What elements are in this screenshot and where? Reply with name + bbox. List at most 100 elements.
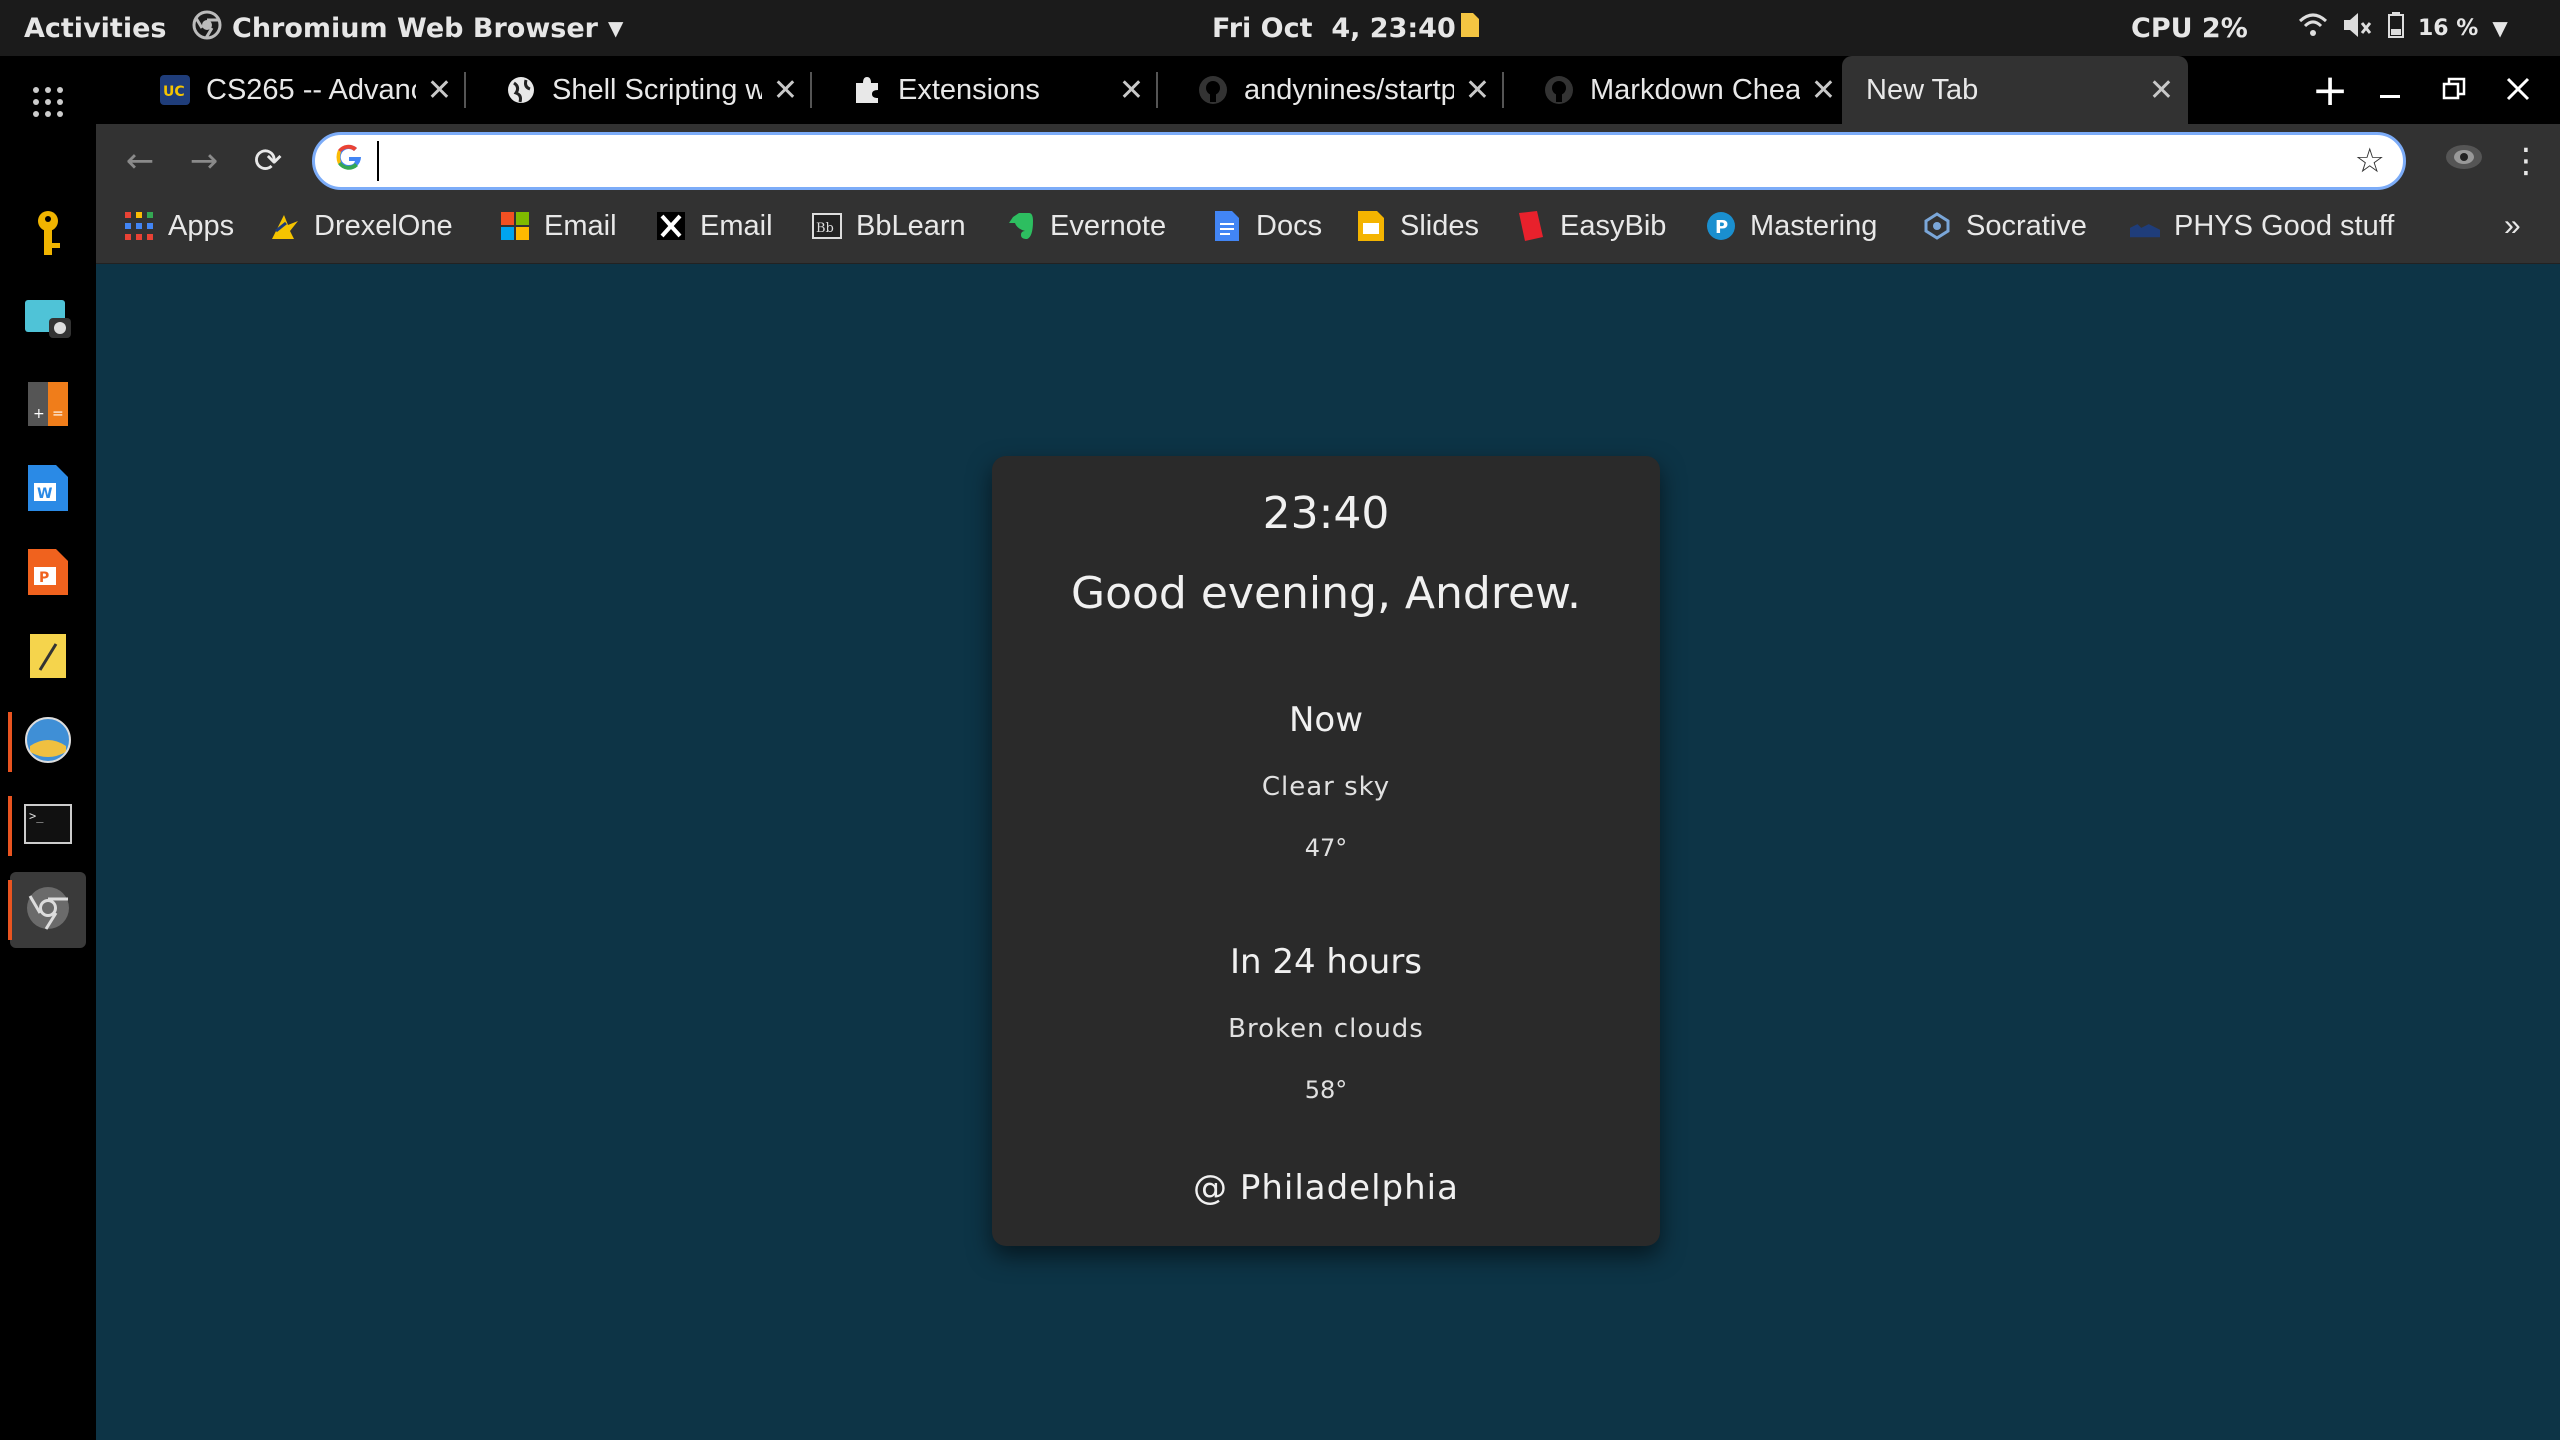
close-icon[interactable]: ✕	[427, 73, 452, 108]
forward-button[interactable]: →	[174, 124, 234, 198]
extension-icon	[2444, 141, 2484, 182]
dock-item-calculator[interactable]: + =	[10, 368, 86, 444]
puzzle-icon	[852, 75, 882, 105]
svg-text:=: =	[52, 406, 64, 422]
dragon-icon	[270, 211, 300, 241]
show-apps-button[interactable]	[10, 66, 86, 142]
bookmark-label: Socrative	[1966, 209, 2087, 242]
more-vert-icon: ⋮	[2509, 141, 2543, 181]
close-icon[interactable]: ✕	[2149, 73, 2174, 108]
bookmark-bblearn[interactable]: Bb BbLearn	[812, 198, 966, 254]
svg-text:+: +	[33, 406, 45, 422]
close-window-button[interactable]	[2488, 56, 2548, 124]
tab-title: andynines/startpage	[1244, 73, 1454, 106]
menu-button[interactable]: ⋮	[2496, 124, 2556, 198]
dock-item-terminal[interactable]: >_	[8, 788, 86, 864]
dock-item-writer[interactable]: W	[10, 452, 86, 528]
overflow-chevron-icon: »	[2504, 209, 2521, 242]
evernote-icon	[1006, 211, 1036, 241]
bookmark-evernote[interactable]: Evernote	[1006, 198, 1166, 254]
new-tab-button[interactable]: +	[2300, 56, 2360, 124]
svg-text:Bb: Bb	[816, 221, 834, 236]
bookmark-email-outlook[interactable]: Email	[500, 198, 617, 254]
bookmark-slides[interactable]: Slides	[1356, 198, 1479, 254]
tab-title: New Tab	[1866, 73, 1979, 106]
close-icon[interactable]: ✕	[1119, 73, 1144, 108]
battery-icon	[2388, 12, 2404, 44]
tab-shell-scripting[interactable]: Shell Scripting with ✕	[466, 56, 812, 124]
tab-title: Extensions	[898, 73, 1040, 106]
bookmark-label: PHYS Good stuff	[2174, 209, 2395, 242]
tab-andynines[interactable]: andynines/startpage ✕	[1158, 56, 1504, 124]
reload-icon: ⟳	[253, 141, 283, 181]
close-icon	[2506, 71, 2530, 109]
plus-icon: +	[2311, 64, 2349, 116]
bookmark-docs[interactable]: Docs	[1212, 198, 1322, 254]
bookmarks-overflow-button[interactable]: »	[2504, 198, 2521, 254]
dock-item-notes[interactable]	[10, 620, 86, 696]
bookmark-email-exchange[interactable]: Email	[656, 198, 773, 254]
svg-text:>_: >_	[29, 809, 44, 823]
microsoft-icon	[500, 211, 530, 241]
dock-item-globe-app[interactable]	[8, 704, 86, 780]
svg-text:P: P	[1715, 217, 1728, 238]
bookmark-mastering[interactable]: P Mastering	[1706, 198, 1877, 254]
forecast-now-condition: Clear sky	[1261, 772, 1391, 802]
bookmark-label: Slides	[1400, 209, 1479, 242]
github-icon	[1198, 75, 1228, 105]
forecast-later-temp: 58°	[1304, 1076, 1348, 1104]
exchange-icon	[656, 211, 686, 241]
clock-time: 23:40	[1262, 488, 1390, 539]
bookmark-label: Email	[700, 209, 773, 242]
forecast-later-heading: In 24 hours	[1229, 942, 1423, 982]
restore-button[interactable]	[2424, 56, 2484, 124]
chevron-down-icon: ▼	[2492, 16, 2508, 40]
tab-strip: UC CS265 -- Advanced ✕ Shell Scripting w…	[96, 56, 2560, 124]
gnome-top-bar: Activities Chromium Web Browser ▼ Fri Oc…	[0, 0, 2560, 56]
dock-item-chromium[interactable]	[8, 872, 86, 948]
tab-cs265[interactable]: UC CS265 -- Advanced ✕	[120, 56, 466, 124]
reload-button[interactable]: ⟳	[238, 124, 298, 198]
bookmark-phys[interactable]: PHYS Good stuff	[2130, 198, 2394, 254]
activities-button[interactable]: Activities	[24, 0, 166, 56]
easybib-icon	[1516, 211, 1546, 241]
bookmark-star-icon[interactable]: ☆	[2355, 141, 2385, 181]
bookmark-socrative[interactable]: Socrative	[1922, 198, 2087, 254]
close-icon[interactable]: ✕	[773, 73, 798, 108]
minimize-button[interactable]	[2360, 56, 2420, 124]
bookmark-apps[interactable]: Apps	[124, 198, 234, 254]
back-button[interactable]: ←	[110, 124, 170, 198]
arrow-left-icon: ←	[125, 141, 155, 181]
dock-item-impress[interactable]: P	[10, 536, 86, 612]
extension-button[interactable]	[2434, 124, 2494, 198]
app-menu[interactable]: Chromium Web Browser ▼	[192, 0, 623, 56]
bookmark-drexelone[interactable]: DrexelOne	[270, 198, 453, 254]
bookmark-easybib[interactable]: EasyBib	[1516, 198, 1666, 254]
tab-extensions[interactable]: Extensions ✕	[812, 56, 1158, 124]
close-icon[interactable]: ✕	[1811, 73, 1836, 108]
socrative-icon	[1922, 211, 1952, 241]
notes-icon	[30, 634, 66, 682]
activities-label: Activities	[24, 12, 167, 44]
minimize-icon	[2378, 71, 2402, 109]
system-menu[interactable]: 16 % ▼	[2298, 0, 2508, 56]
clock-button[interactable]: Fri Oct 4, 23:40	[1212, 0, 1480, 56]
browser-toolbar: ← → ⟳ ☆ ⋮	[96, 124, 2560, 198]
tab-title: Shell Scripting with	[552, 73, 762, 106]
tab-new-tab[interactable]: New Tab ✕	[1842, 56, 2188, 124]
cpu-label: CPU 2%	[2131, 12, 2248, 44]
bookmark-label: DrexelOne	[314, 209, 453, 242]
arrow-right-icon: →	[189, 141, 219, 181]
battery-label: 16 %	[2418, 15, 2479, 41]
google-icon	[335, 143, 363, 179]
restore-icon	[2442, 71, 2466, 109]
omnibox-input[interactable]	[377, 141, 2403, 181]
app-menu-label: Chromium Web Browser	[232, 12, 598, 44]
close-icon[interactable]: ✕	[1465, 73, 1490, 108]
bookmark-label: Docs	[1256, 209, 1323, 242]
dock-item-passwords[interactable]	[10, 198, 86, 274]
cpu-indicator[interactable]: CPU 2%	[2131, 0, 2248, 56]
address-bar[interactable]: ☆	[312, 132, 2406, 190]
tab-markdown[interactable]: Markdown Cheatsheet ✕	[1504, 56, 1850, 124]
dock-item-screenshot[interactable]	[10, 284, 86, 360]
